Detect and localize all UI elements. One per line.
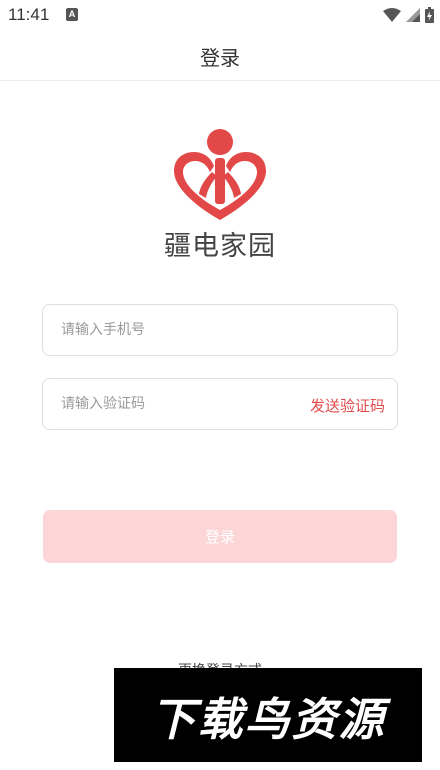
- phone-input[interactable]: [61, 305, 301, 355]
- watermark-banner: 下载鸟资源: [114, 668, 422, 762]
- page-title: 登录: [200, 46, 240, 70]
- code-field: 发送验证码: [42, 378, 398, 430]
- status-time: 11:41: [8, 5, 50, 24]
- app-logo: 疆电家园: [158, 128, 282, 262]
- phone-field: [42, 304, 398, 356]
- status-bar: 11:41 A: [0, 0, 440, 30]
- watermark-text: 下载鸟资源: [150, 692, 386, 746]
- hearts-person-logo-icon: [174, 129, 266, 220]
- wifi-icon: [383, 8, 401, 22]
- brand-name: 疆电家园: [164, 231, 276, 262]
- signal-icon: [406, 8, 420, 22]
- verification-code-input[interactable]: [61, 379, 301, 429]
- login-button[interactable]: 登录: [43, 510, 397, 563]
- status-icons: [383, 6, 434, 24]
- notification-a-icon: A: [66, 8, 78, 21]
- nav-bar: 登录: [0, 30, 440, 81]
- send-code-button[interactable]: 发送验证码: [310, 395, 385, 416]
- battery-icon: [425, 7, 434, 23]
